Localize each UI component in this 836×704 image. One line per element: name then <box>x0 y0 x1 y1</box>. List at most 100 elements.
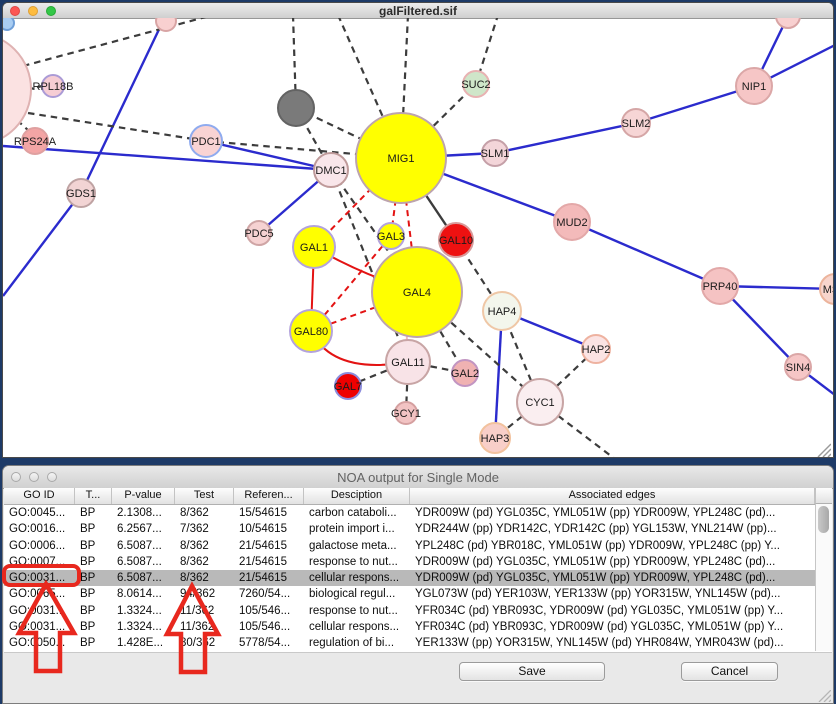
node-label: DMC1 <box>315 165 346 177</box>
node-label: SLM2 <box>622 118 651 130</box>
resize-grip[interactable] <box>817 690 831 702</box>
table-cell: 7260/54... <box>234 586 304 602</box>
table-cell: BP <box>75 554 112 570</box>
table-cell: BP <box>75 505 112 521</box>
table-cell: 11/362 <box>175 619 234 635</box>
table-cell: BP <box>75 538 112 554</box>
table-cell: response to nut... <box>304 603 410 619</box>
node-label: SUC2 <box>461 79 490 91</box>
noa-window-titlebar[interactable]: NOA output for Single Mode <box>3 466 833 489</box>
table-row[interactable]: GO:0050...BP1.428E...80/3625778/54...reg… <box>4 635 832 651</box>
node-label: MUD2 <box>556 217 587 229</box>
annotation-highlight-box <box>2 564 81 587</box>
column-header-3[interactable]: Test <box>175 488 234 504</box>
node-label: HAP3 <box>481 433 510 445</box>
table-cell: 105/546... <box>234 603 304 619</box>
table-row[interactable]: GO:0006...BP6.5087...8/36221/54615galact… <box>4 538 832 554</box>
graph-node[interactable] <box>3 18 14 30</box>
node-label: GAL2 <box>451 368 479 380</box>
table-cell: YPL248C (pd) YBR018C, YML051W (pp) YDR00… <box>410 538 815 554</box>
table-cell: YER133W (pp) YOR315W, YNL145W (pd) YHR08… <box>410 635 815 651</box>
graph-edge[interactable] <box>23 18 213 66</box>
node-label: MIG1 <box>388 153 415 165</box>
table-cell: biological regul... <box>304 586 410 602</box>
table-cell: 2.1308... <box>112 505 175 521</box>
table-cell: BP <box>75 603 112 619</box>
node-label: GAL1 <box>300 242 328 254</box>
table-cell: 10/54615 <box>234 521 304 537</box>
table-cell: regulation of bi... <box>304 635 410 651</box>
node-label: RPL18B <box>33 81 74 93</box>
graph-window-title: galFiltered.sif <box>3 4 833 18</box>
node-label: GAL7 <box>334 381 362 393</box>
graph-edge[interactable] <box>3 21 163 296</box>
resize-grip[interactable] <box>815 443 831 457</box>
table-cell: GO:0050... <box>4 635 75 651</box>
node-label: PRP40 <box>703 281 738 293</box>
table-row[interactable]: GO:0031...BP1.3324...11/362105/546...res… <box>4 603 832 619</box>
network-canvas[interactable]: RPL18BRPS24AGDS1PDC1PDC5DMC1MIG1SUC2SLM1… <box>3 18 833 457</box>
node-label: HAP2 <box>582 344 611 356</box>
table-cell: YDR009W (pd) YGL035C, YML051W (pp) YDR00… <box>410 554 815 570</box>
table-cell: 94/362 <box>175 586 234 602</box>
table-cell: 8/362 <box>175 538 234 554</box>
column-header-4[interactable]: Referen... <box>234 488 304 504</box>
table-cell: 15/54615 <box>234 505 304 521</box>
column-header-5[interactable]: Desciption <box>304 488 410 504</box>
node-label: GCY1 <box>391 408 421 420</box>
node-label: CYC1 <box>525 397 554 409</box>
table-cell: 1.428E... <box>112 635 175 651</box>
cancel-button[interactable]: Cancel <box>681 662 778 681</box>
table-row[interactable]: GO:0065...BP8.0614...94/3627260/54...bio… <box>4 586 832 602</box>
table-row[interactable]: GO:0031...BP1.3324...11/362105/546...cel… <box>4 619 832 635</box>
graph-window: galFiltered.sif RPL18BRPS24AGDS1PDC1PDC5… <box>2 2 834 458</box>
node-label: GAL10 <box>439 235 473 247</box>
graph-node[interactable] <box>776 18 800 28</box>
node-label: PDC1 <box>191 136 220 148</box>
column-header-1[interactable]: T... <box>75 488 112 504</box>
graph-window-titlebar[interactable]: galFiltered.sif <box>3 3 833 19</box>
node-label: SIN4 <box>786 362 810 374</box>
table-cell: BP <box>75 635 112 651</box>
column-header-2[interactable]: P-value <box>112 488 175 504</box>
table-cell: 8/362 <box>175 505 234 521</box>
graph-edge[interactable] <box>401 86 754 158</box>
table-cell: 6.2567... <box>112 521 175 537</box>
table-cell: cellular respons... <box>304 570 410 586</box>
column-header-6[interactable]: Associated edges <box>410 488 815 504</box>
table-cell: GO:0031... <box>4 619 75 635</box>
graph-node[interactable] <box>156 18 176 31</box>
table-cell: YGL073W (pd) YER103W, YER133W (pp) YOR31… <box>410 586 815 602</box>
table-cell: 11/362 <box>175 603 234 619</box>
table-cell: cellular respons... <box>304 619 410 635</box>
table-cell: 8.0614... <box>112 586 175 602</box>
scrollbar-thumb[interactable] <box>818 506 829 533</box>
table-cell: GO:0065... <box>4 586 75 602</box>
table-cell: GO:0016... <box>4 521 75 537</box>
noa-window-title: NOA output for Single Mode <box>3 470 833 485</box>
graph-edge[interactable] <box>720 286 833 401</box>
table-row[interactable]: GO:0045...BP2.1308...8/36215/54615carbon… <box>4 505 832 521</box>
save-button[interactable]: Save <box>459 662 605 681</box>
node-label: GDS1 <box>66 188 96 200</box>
node-label: NIP1 <box>742 81 766 93</box>
table-header-row: GO IDT...P-valueTestReferen...Desciption… <box>4 488 832 505</box>
table-cell: YFR034C (pd) YBR093C, YDR009W (pd) YGL03… <box>410 619 815 635</box>
table-corner-cell <box>815 488 832 504</box>
table-cell: protein import i... <box>304 521 410 537</box>
graph-node[interactable] <box>278 90 314 126</box>
table-body: GO:0045...BP2.1308...8/36215/54615carbon… <box>4 505 832 653</box>
table-cell: GO:0031... <box>4 603 75 619</box>
node-label: GAL80 <box>294 326 328 338</box>
vertical-scrollbar[interactable] <box>815 504 832 651</box>
table-cell: 7/362 <box>175 521 234 537</box>
table-cell: carbon cataboli... <box>304 505 410 521</box>
node-label: GAL3 <box>377 231 405 243</box>
table-cell: BP <box>75 521 112 537</box>
table-row[interactable]: GO:0007...BP6.5087...8/36221/54615respon… <box>4 554 832 570</box>
table-row[interactable]: GO:0016...BP6.2567...7/36210/54615protei… <box>4 521 832 537</box>
table-cell: 5778/54... <box>234 635 304 651</box>
table-cell: 21/54615 <box>234 538 304 554</box>
column-header-0[interactable]: GO ID <box>4 488 75 504</box>
table-row[interactable]: GO:0031...BP6.5087...8/36221/54615cellul… <box>4 570 832 586</box>
